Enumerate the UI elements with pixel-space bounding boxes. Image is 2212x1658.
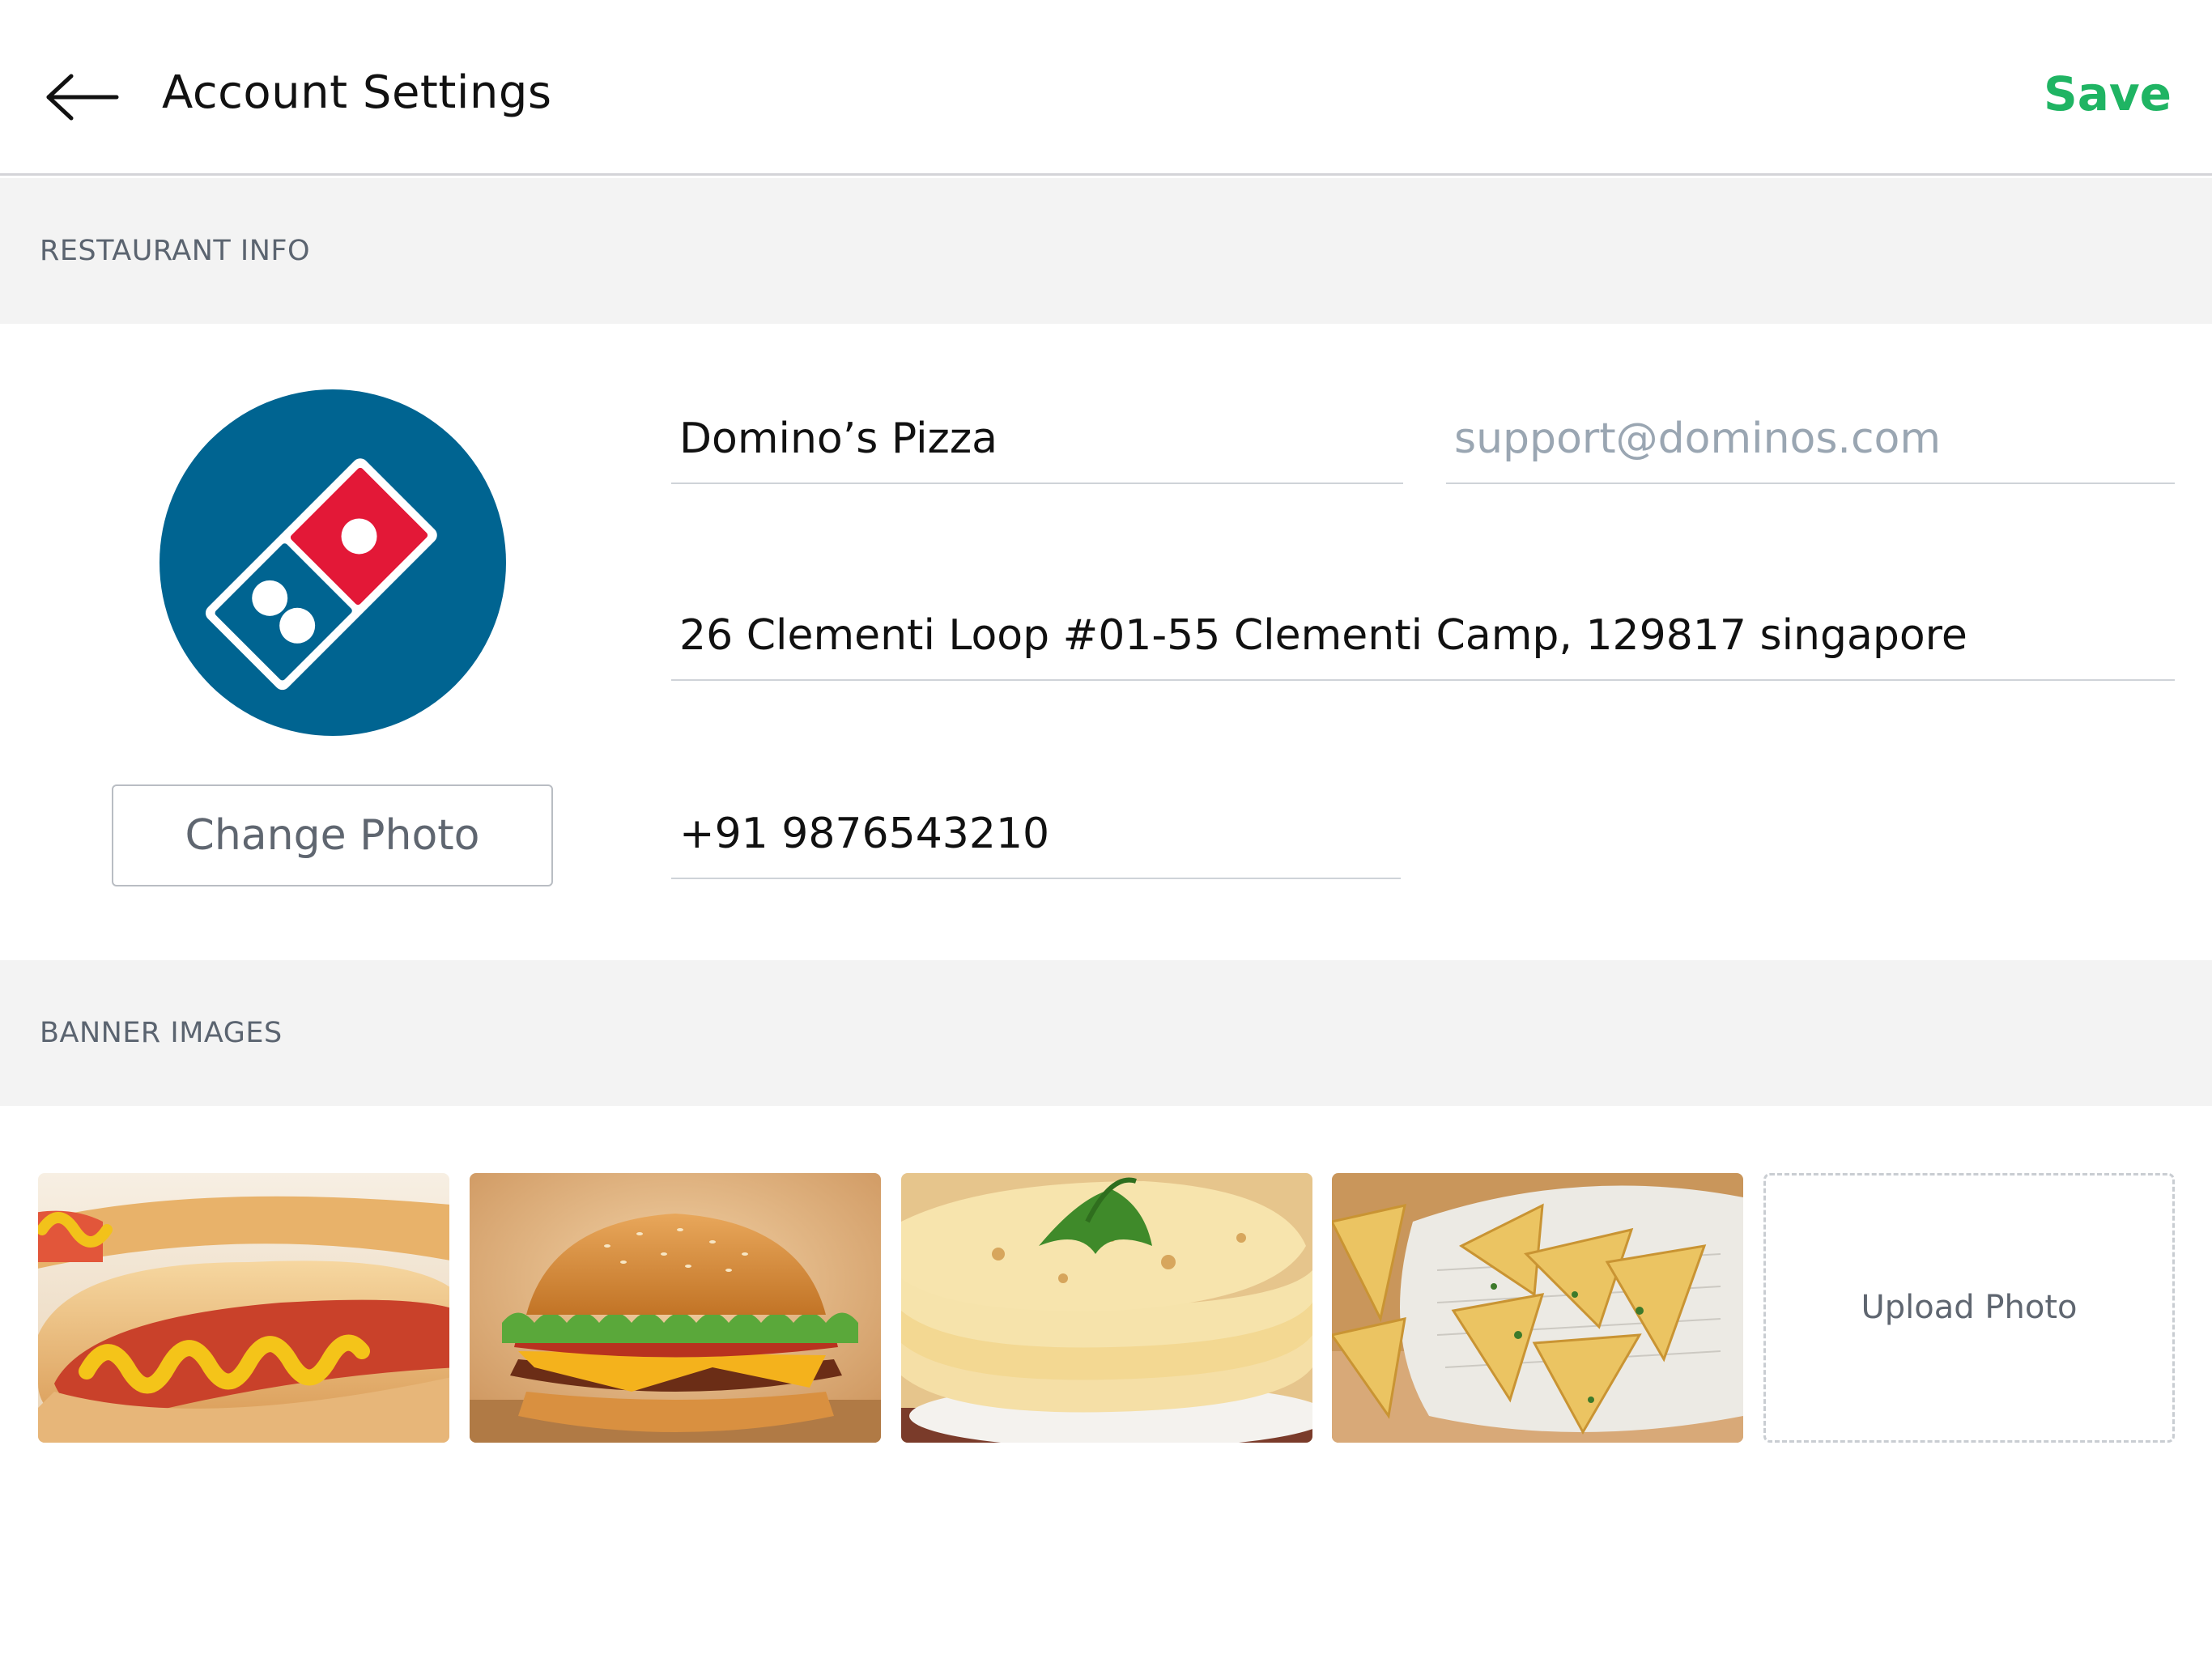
email-input[interactable] — [1454, 414, 2167, 463]
banner-image-flatbread[interactable] — [901, 1173, 1312, 1443]
banner-image-burger[interactable] — [470, 1173, 881, 1443]
restaurant-info-header: RESTAURANT INFO — [0, 178, 2212, 324]
banner-images-header: BANNER IMAGES — [0, 960, 2212, 1106]
email-field — [1446, 380, 2175, 484]
back-button[interactable] — [42, 66, 123, 128]
upload-photo-label: Upload Photo — [1861, 1289, 2078, 1326]
account-settings-screen: Account Settings Save RESTAURANT INFO Ch… — [0, 0, 2212, 1658]
top-bar: Account Settings Save — [0, 0, 2212, 176]
banner-image-hot-dog[interactable] — [38, 1173, 449, 1443]
upload-photo-button[interactable]: Upload Photo — [1763, 1173, 2175, 1443]
restaurant-name-input[interactable] — [679, 414, 1395, 463]
restaurant-logo — [160, 389, 506, 736]
address-field — [671, 577, 2175, 681]
page-title: Account Settings — [162, 66, 552, 119]
phone-field — [671, 776, 1401, 879]
section-label: BANNER IMAGES — [40, 1017, 283, 1049]
phone-input[interactable] — [679, 810, 1393, 858]
arrow-left-icon — [46, 74, 119, 121]
restaurant-name-field — [671, 380, 1403, 484]
address-input[interactable] — [679, 611, 2167, 660]
change-photo-button[interactable]: Change Photo — [112, 784, 553, 886]
section-label: RESTAURANT INFO — [40, 235, 311, 267]
banner-image-samosas[interactable] — [1332, 1173, 1743, 1443]
dominos-logo-icon — [160, 389, 506, 736]
save-button[interactable]: Save — [2044, 66, 2172, 121]
